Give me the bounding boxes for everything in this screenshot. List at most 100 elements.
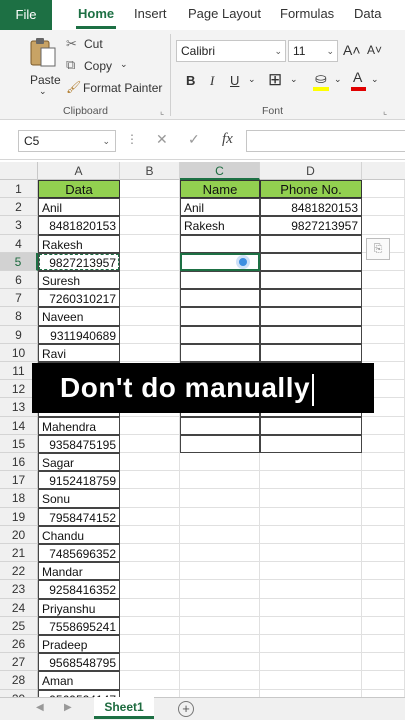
cell-c[interactable] (180, 307, 260, 326)
paste-button[interactable]: Paste ⌄ (26, 36, 61, 96)
cell-a[interactable]: Pradeep (38, 635, 120, 654)
cell-b[interactable] (120, 416, 180, 435)
cell-e[interactable] (362, 343, 405, 362)
cell-d[interactable]: Phone No. (260, 180, 362, 199)
formula-input[interactable] (246, 130, 405, 152)
row-header[interactable]: 17 (0, 471, 38, 490)
font-size-combo[interactable]: 11 ⌄ (288, 40, 338, 62)
chevron-down-icon[interactable]: ⌄ (290, 74, 298, 85)
cell-b[interactable] (120, 180, 180, 199)
cell-a[interactable]: 9827213957 (38, 252, 120, 271)
cell-b[interactable] (120, 453, 180, 472)
cell-b[interactable] (120, 252, 180, 271)
fill-color-button[interactable]: ⛀ (313, 70, 331, 92)
row-header[interactable]: 10 (0, 343, 38, 362)
cell-d[interactable] (260, 252, 362, 271)
row-header[interactable]: 21 (0, 544, 38, 563)
tab-data[interactable]: Data (354, 6, 381, 21)
cell-c[interactable] (180, 489, 260, 508)
cell-a[interactable]: Rakesh (38, 234, 120, 253)
cell-a[interactable]: Priyanshu (38, 598, 120, 617)
cell-b[interactable] (120, 325, 180, 344)
cell-e[interactable] (362, 616, 405, 635)
row-header[interactable]: 2 (0, 198, 38, 217)
cell-c[interactable] (180, 580, 260, 599)
bold-button[interactable]: B (186, 73, 195, 88)
copy-button[interactable]: ⧉ Copy ⌄ (66, 57, 136, 76)
dialog-launcher-icon[interactable]: ⌞ (160, 106, 164, 117)
row-header[interactable]: 3 (0, 216, 38, 235)
decrease-font-size-icon[interactable]: A˅ (367, 43, 382, 57)
cell-d[interactable] (260, 671, 362, 690)
chevron-down-icon[interactable]: ⌄ (248, 74, 256, 85)
cell-c[interactable] (180, 325, 260, 344)
cell-b[interactable] (120, 216, 180, 235)
row-header[interactable]: 18 (0, 489, 38, 508)
cancel-icon[interactable]: ✕ (156, 131, 168, 148)
cell-c[interactable]: Name (180, 180, 260, 199)
cell-b[interactable] (120, 343, 180, 362)
scroll-left-icon[interactable]: ◀ (36, 702, 44, 713)
cell-e[interactable] (362, 307, 405, 326)
increase-font-size-icon[interactable]: A˄ (343, 42, 361, 58)
cell-b[interactable] (120, 234, 180, 253)
cell-a[interactable]: 7260310217 (38, 289, 120, 308)
cell-a[interactable]: Chandu (38, 525, 120, 544)
cell-d[interactable] (260, 507, 362, 526)
column-header-a[interactable]: A (38, 162, 120, 180)
cell-e[interactable] (362, 434, 405, 453)
cell-b[interactable] (120, 198, 180, 217)
cell-e[interactable] (362, 525, 405, 544)
cell-c[interactable] (180, 289, 260, 308)
borders-icon[interactable]: ⊞ (268, 70, 282, 90)
cell-c[interactable]: Anil (180, 198, 260, 217)
cell-d[interactable] (260, 471, 362, 490)
cell-b[interactable] (120, 598, 180, 617)
row-header[interactable]: 15 (0, 434, 38, 453)
cell-a[interactable]: Naveen (38, 307, 120, 326)
cell-c[interactable] (180, 234, 260, 253)
row-header[interactable]: 28 (0, 671, 38, 690)
cell-c[interactable] (180, 416, 260, 435)
cell-a[interactable]: Sonu (38, 489, 120, 508)
cell-e[interactable] (362, 507, 405, 526)
tab-file[interactable]: File (0, 0, 52, 30)
cell-d[interactable] (260, 544, 362, 563)
cell-d[interactable] (260, 580, 362, 599)
cell-e[interactable] (362, 325, 405, 344)
cell-a[interactable]: Mandar (38, 562, 120, 581)
cell-b[interactable] (120, 507, 180, 526)
cell-c[interactable] (180, 525, 260, 544)
cell-d[interactable] (260, 598, 362, 617)
row-header[interactable]: 1 (0, 180, 38, 199)
cell-e[interactable] (362, 180, 405, 199)
cell-a[interactable]: 8481820153 (38, 216, 120, 235)
cell-d[interactable] (260, 289, 362, 308)
cell-a[interactable]: Mahendra (38, 416, 120, 435)
row-header[interactable]: 19 (0, 507, 38, 526)
column-header-d[interactable]: D (260, 162, 362, 180)
insert-function-button[interactable]: fx (222, 131, 233, 148)
row-header[interactable]: 7 (0, 289, 38, 308)
font-color-button[interactable]: A (350, 69, 368, 92)
cell-d[interactable] (260, 234, 362, 253)
cell-a[interactable]: 7558695241 (38, 616, 120, 635)
cell-b[interactable] (120, 471, 180, 490)
row-header[interactable]: 8 (0, 307, 38, 326)
add-sheet-button[interactable]: + (178, 701, 194, 717)
cell-d[interactable] (260, 489, 362, 508)
name-box[interactable]: C5 ⌄ (18, 130, 116, 152)
cell-c[interactable] (180, 689, 260, 697)
row-header[interactable]: 24 (0, 598, 38, 617)
cell-c[interactable] (180, 271, 260, 290)
cell-c[interactable] (180, 507, 260, 526)
cell-a[interactable]: 9569524147 (38, 689, 120, 697)
cell-d[interactable] (260, 416, 362, 435)
cell-b[interactable] (120, 671, 180, 690)
chevron-down-icon[interactable]: ⌄ (334, 74, 342, 85)
cell-e[interactable] (362, 671, 405, 690)
select-all-corner[interactable] (0, 162, 38, 180)
cell-a[interactable]: 9568548795 (38, 653, 120, 672)
row-header[interactable]: 4 (0, 234, 38, 253)
cell-b[interactable] (120, 271, 180, 290)
